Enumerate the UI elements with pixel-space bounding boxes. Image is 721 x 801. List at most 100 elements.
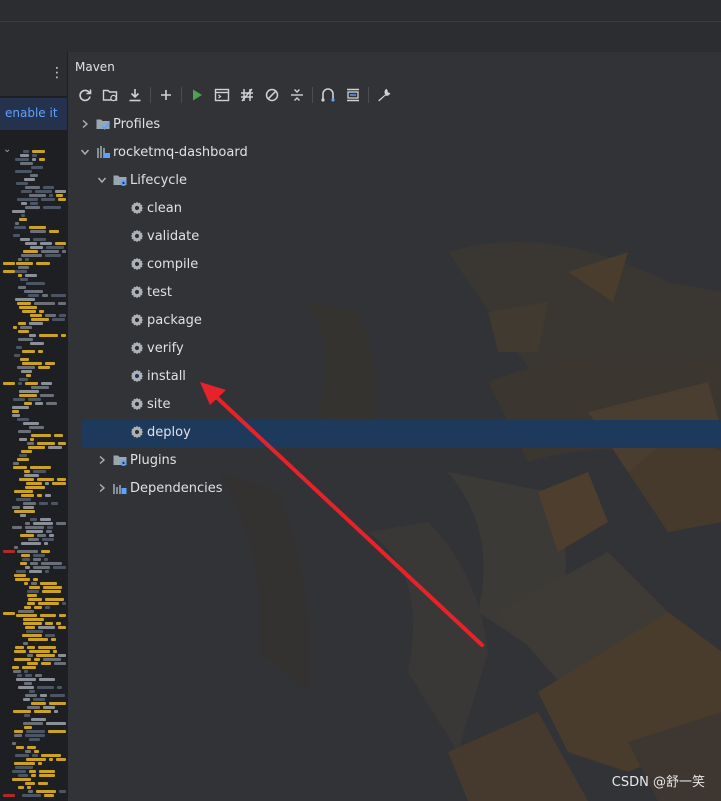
editor-minimap-strip: ⋮ enable it ⌄	[0, 52, 67, 801]
minimap-line	[39, 678, 55, 681]
minimap-line	[22, 794, 41, 797]
minimap-line	[38, 626, 55, 629]
minimap-line	[19, 438, 27, 441]
minimap-line	[33, 558, 41, 561]
goal-install[interactable]: install	[129, 362, 186, 390]
minimap-line	[12, 210, 25, 213]
minimap-line	[45, 494, 51, 497]
minimap-line	[33, 238, 46, 241]
minimap-line	[33, 470, 46, 473]
chevron-down-icon[interactable]	[78, 145, 92, 159]
minimap-line	[36, 790, 56, 793]
minimap-line	[18, 382, 22, 385]
minimap-line	[48, 446, 62, 449]
goal-deploy[interactable]: deploy	[129, 418, 191, 446]
minimap-line	[38, 350, 43, 353]
minimap-line	[28, 446, 45, 449]
minimap-line	[17, 366, 35, 369]
goal-package[interactable]: package	[129, 306, 202, 334]
minimap-line	[40, 518, 51, 521]
goal-verify[interactable]: verify	[129, 334, 184, 362]
minimap-line	[25, 734, 45, 737]
minimap-line	[41, 662, 51, 665]
tree-node-profiles[interactable]: Profiles	[78, 110, 160, 138]
chevron-down-icon[interactable]: ⌄	[3, 144, 11, 155]
settings-wrench-icon[interactable]	[373, 84, 395, 106]
top-bar	[0, 0, 721, 53]
tree-node-project[interactable]: rocketmq-dashboard	[78, 138, 248, 166]
tree-node-lifecycle[interactable]: Lifecycle	[95, 166, 187, 194]
minimap-line	[15, 222, 19, 225]
gear-icon	[129, 312, 145, 328]
minimap-line	[18, 258, 22, 261]
minimap-line	[56, 622, 61, 625]
terminal-icon[interactable]	[211, 84, 233, 106]
minimap-line	[20, 154, 29, 157]
minimap-line	[25, 694, 37, 697]
minimap-line	[18, 774, 28, 777]
minimap-line	[18, 266, 29, 269]
gutter-marker	[3, 382, 15, 385]
analyze-dependencies-icon[interactable]	[317, 84, 339, 106]
chevron-right-icon[interactable]	[78, 117, 92, 131]
minimap-line	[20, 534, 34, 537]
minimap-line	[25, 258, 29, 261]
goal-label: deploy	[147, 424, 191, 440]
minimap-line	[39, 334, 58, 337]
minimap-line	[34, 302, 55, 305]
minimap-line	[58, 302, 66, 305]
more-options-icon[interactable]: ⋮	[50, 66, 64, 80]
minimap-line	[13, 466, 27, 469]
download-icon[interactable]	[124, 84, 146, 106]
minimap-line	[29, 570, 42, 573]
tree-node-dependencies[interactable]: Dependencies	[95, 474, 223, 502]
plus-icon[interactable]	[155, 84, 177, 106]
minimap-line	[50, 694, 65, 697]
minimap-line	[27, 746, 36, 749]
goal-clean[interactable]: clean	[129, 194, 182, 222]
show-diagram-icon[interactable]	[342, 84, 364, 106]
chevron-down-icon[interactable]	[95, 173, 109, 187]
minimap-line	[28, 398, 41, 401]
minimap-line	[16, 182, 28, 185]
tree-label-dependencies: Dependencies	[130, 480, 223, 496]
minimap-line	[35, 674, 42, 677]
skip-tests-icon[interactable]	[261, 84, 283, 106]
collapse-icon[interactable]	[286, 84, 308, 106]
minimap-line	[39, 774, 55, 777]
minimap-line	[17, 198, 38, 201]
goal-label: validate	[147, 228, 200, 244]
minimap-line	[24, 474, 39, 477]
chevron-right-icon[interactable]	[95, 481, 109, 495]
minimap-line	[14, 226, 26, 229]
goal-test[interactable]: test	[129, 278, 172, 306]
minimap-line	[29, 650, 50, 653]
gutter-marker	[3, 794, 15, 797]
minimap-line	[15, 754, 29, 757]
minimap-line	[41, 550, 50, 553]
minimap-line	[22, 350, 35, 353]
reload-icon[interactable]	[74, 84, 96, 106]
minimap-line	[23, 250, 38, 253]
minimap-line	[20, 278, 28, 281]
toggle-offline-icon[interactable]	[236, 84, 258, 106]
run-icon[interactable]	[186, 84, 208, 106]
goal-compile[interactable]: compile	[129, 250, 198, 278]
minimap-line	[15, 270, 27, 273]
minimap-line	[17, 302, 31, 305]
minimap-line	[44, 558, 48, 561]
chevron-right-icon[interactable]	[95, 453, 109, 467]
minimap-line	[16, 498, 31, 501]
goal-site[interactable]: site	[129, 390, 170, 418]
tree-node-plugins[interactable]: Plugins	[95, 446, 177, 474]
add-folder-icon[interactable]	[99, 84, 121, 106]
toolbar-separator	[312, 87, 313, 103]
minimap-line	[15, 158, 29, 161]
minimap-line	[62, 250, 66, 253]
minimap-line	[16, 614, 37, 617]
enable-it-link[interactable]: enable it	[5, 106, 58, 120]
goal-validate[interactable]: validate	[129, 222, 199, 250]
minimap-line	[59, 314, 66, 317]
minimap-line	[57, 686, 62, 689]
minimap-line	[48, 730, 66, 733]
